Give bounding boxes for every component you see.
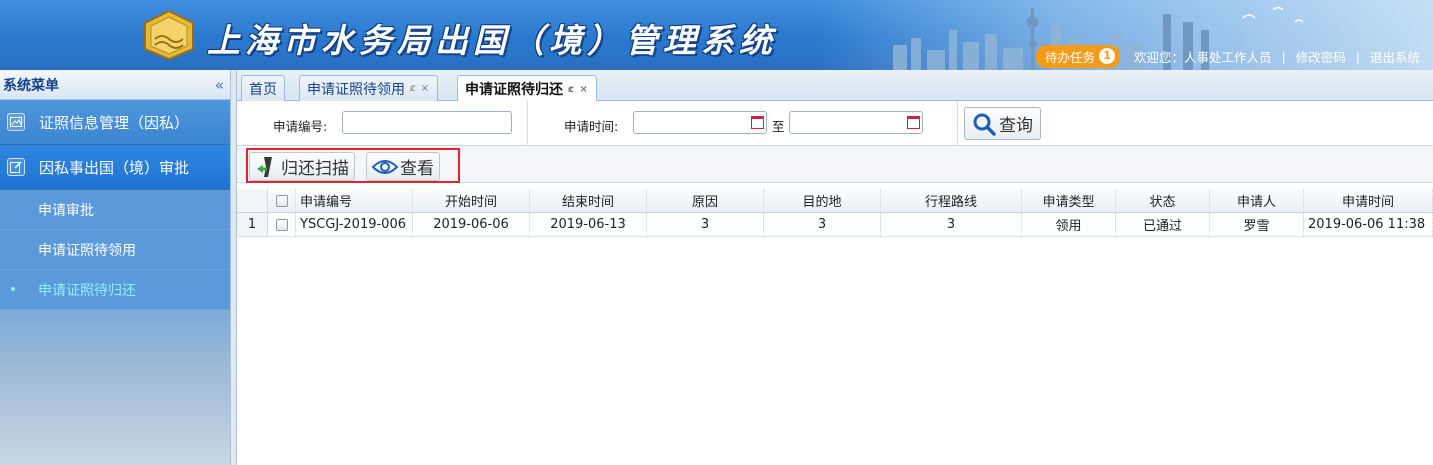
column-header[interactable]: 申请编号 (296, 189, 413, 212)
tab-bar: 首页 申请证照待领用 ȼ × 申请证照待归还 ȼ × (237, 70, 1433, 102)
return-scan-label: 归还扫描 (281, 159, 349, 179)
sidebar-item-application-approval[interactable]: 申请审批 (0, 190, 230, 230)
table-cell: 2019-06-06 11:38 (1304, 213, 1433, 236)
table-cell: 2019-06-06 (413, 213, 530, 236)
tab-home[interactable]: 首页 (241, 75, 285, 101)
column-header[interactable]: 申请人 (1210, 189, 1304, 212)
checkbox[interactable] (275, 218, 288, 231)
table-cell: 3 (647, 213, 764, 236)
table-cell: 2019-06-13 (530, 213, 647, 236)
sidebar-item-label: 申请证照待领用 (38, 242, 136, 259)
table-cell: 已通过 (1116, 213, 1210, 236)
user-bar: 待办任务 1 欢迎您：人事处工作人员 | 修改密码 | 退出系统 (1026, 42, 1433, 70)
table-row[interactable]: 1 YSCGJ-2019-006 2019-06-06 2019-06-13 3… (237, 213, 1433, 237)
sidebar-title: 系统菜单 (3, 77, 59, 94)
barcode-scanner-icon (257, 156, 272, 177)
table-cell: 罗雪 (1210, 213, 1304, 236)
menu-license-management[interactable]: 证照信息管理（因私） (0, 100, 230, 145)
checkbox[interactable] (275, 194, 288, 207)
toolbar: 归还扫描 查看 (237, 146, 1433, 183)
sidebar-item-license-pending-return[interactable]: 申请证照待归还 (0, 270, 230, 310)
grid-header-row: 申请编号 开始时间 结束时间 原因 目的地 行程路线 申请类型 状态 申请人 申… (237, 189, 1433, 213)
welcome-text: 欢迎您：人事处工作人员 (1134, 49, 1272, 65)
app-no-label: 申请编号: (273, 119, 328, 134)
sidebar-splitter[interactable] (230, 70, 237, 465)
menu-private-travel-approval[interactable]: 因私事出国（境）审批 (0, 145, 230, 190)
water-bureau-logo (144, 9, 194, 61)
tab-label: 申请证照待归还 (465, 82, 563, 98)
tab-refresh-close-icon[interactable]: ȼ × (568, 84, 589, 95)
time-from-input[interactable] (633, 111, 767, 134)
time-to-input[interactable] (789, 111, 923, 134)
sidebar-header: 系统菜单 « (0, 70, 230, 100)
calendar-icon[interactable] (907, 116, 920, 129)
column-header[interactable]: 申请时间 (1304, 189, 1433, 212)
column-header[interactable]: 结束时间 (530, 189, 647, 212)
system-title: 上海市水务局出国（境）管理系统 (207, 21, 777, 60)
sidebar: 系统菜单 « 证照信息管理（因私） 因私事出国（境）审批 申请审批 申请证照待领… (0, 70, 230, 465)
to-label: 至 (772, 119, 785, 134)
divider (527, 101, 528, 146)
tab-label: 首页 (249, 81, 277, 98)
menu-label: 证照信息管理（因私） (39, 113, 190, 132)
table-cell: 3 (764, 213, 881, 236)
search-bar: 申请编号: 申请时间: 至 查询 (237, 101, 1433, 146)
separator: | (1281, 48, 1286, 64)
active-bullet-icon (11, 287, 15, 291)
column-header[interactable]: 目的地 (764, 189, 881, 212)
view-label: 查看 (400, 159, 434, 179)
sidebar-item-label: 申请审批 (38, 202, 94, 219)
change-password-link[interactable]: 修改密码 (1296, 47, 1346, 66)
data-grid: 申请编号 开始时间 结束时间 原因 目的地 行程路线 申请类型 状态 申请人 申… (237, 189, 1433, 237)
main-panel: 首页 申请证照待领用 ȼ × 申请证照待归还 ȼ × 申请编号: 申请时间: 至 (237, 70, 1433, 465)
todo-count-badge: 1 (1099, 48, 1116, 64)
column-header[interactable]: 原因 (647, 189, 764, 212)
app-time-label: 申请时间: (564, 119, 619, 134)
row-number: 1 (237, 213, 268, 236)
column-header[interactable]: 开始时间 (413, 189, 530, 212)
tab-license-pending-return[interactable]: 申请证照待归还 ȼ × (457, 75, 597, 102)
sidebar-item-label: 申请证照待归还 (38, 282, 136, 299)
tab-label: 申请证照待领用 (307, 81, 405, 98)
collapse-sidebar-icon[interactable]: « (215, 76, 224, 94)
menu-label: 因私事出国（境）审批 (39, 158, 190, 177)
table-cell: YSCGJ-2019-006 (296, 213, 413, 236)
edit-icon (7, 158, 25, 176)
todo-tasks-button[interactable]: 待办任务 1 (1036, 44, 1121, 68)
header-banner: 上海市水务局出国（境）管理系统 待办任务 1 欢迎您：人事处工作人员 | 修改密… (0, 0, 1433, 70)
column-header[interactable]: 行程路线 (881, 189, 1022, 212)
search-button[interactable]: 查询 (964, 107, 1041, 140)
search-button-label: 查询 (999, 116, 1033, 136)
logout-link[interactable]: 退出系统 (1370, 47, 1420, 66)
column-header[interactable]: 状态 (1116, 189, 1210, 212)
select-all-checkbox[interactable] (268, 189, 296, 212)
divider (957, 101, 958, 146)
sidebar-item-license-pending-pickup[interactable]: 申请证照待领用 (0, 230, 230, 270)
column-header[interactable]: 申请类型 (1022, 189, 1116, 212)
row-checkbox[interactable] (268, 213, 296, 236)
row-number-header (237, 189, 268, 212)
app-no-input[interactable] (342, 111, 512, 134)
return-scan-button[interactable]: 归还扫描 (249, 152, 355, 181)
table-cell: 3 (881, 213, 1022, 236)
view-button[interactable]: 查看 (366, 152, 440, 181)
search-icon (973, 113, 996, 136)
tab-license-pending-pickup[interactable]: 申请证照待领用 ȼ × (299, 75, 439, 101)
todo-label: 待办任务 (1045, 49, 1096, 65)
separator: | (1355, 48, 1360, 64)
calendar-icon[interactable] (751, 116, 764, 129)
submenu: 申请审批 申请证照待领用 申请证照待归还 (0, 190, 230, 310)
image-icon (7, 113, 25, 131)
table-cell: 领用 (1022, 213, 1116, 236)
tab-refresh-close-icon[interactable]: ȼ × (410, 83, 430, 94)
eye-icon (372, 159, 398, 174)
